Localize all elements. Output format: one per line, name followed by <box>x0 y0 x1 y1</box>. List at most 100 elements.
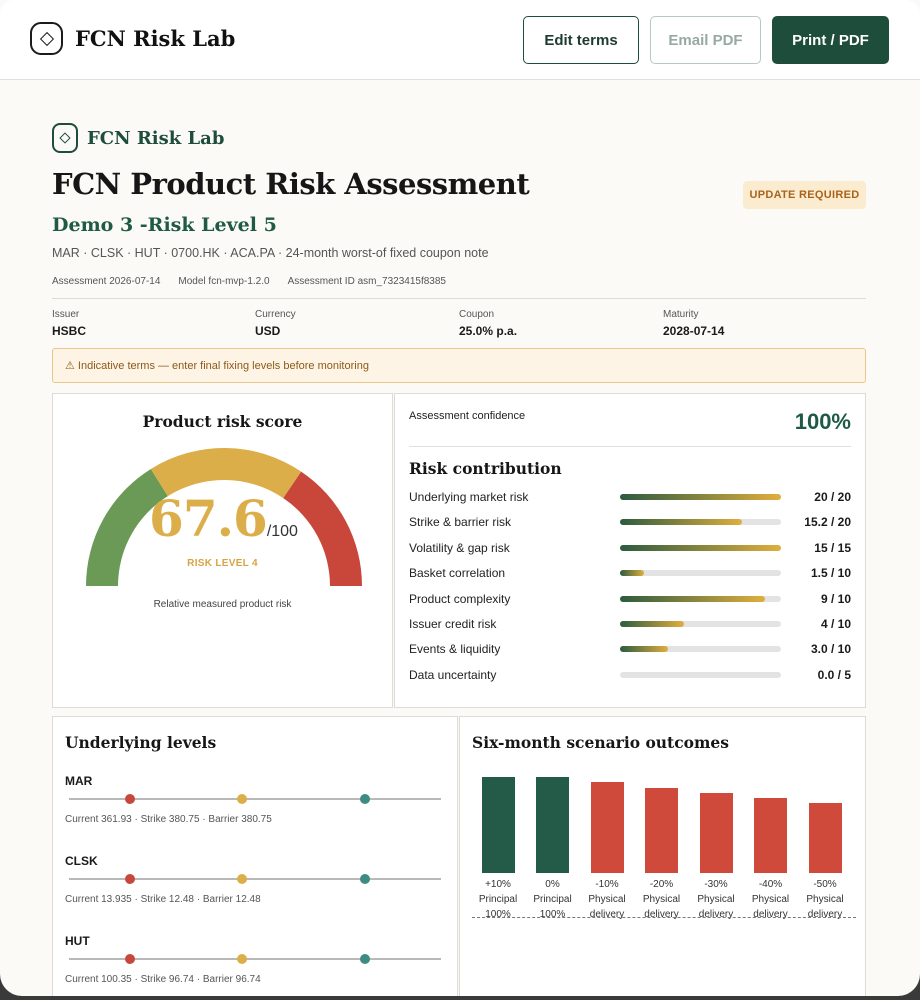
scenario-outcome-line1: Principal <box>478 894 518 905</box>
term-currency: Currency USD <box>255 309 296 338</box>
contribution-row: Issuer credit risk 4 / 10 <box>409 615 851 633</box>
term-label: Currency <box>255 309 296 320</box>
contribution-row: Events & liquidity 3.0 / 10 <box>409 640 851 658</box>
contribution-value: 20 / 20 <box>814 490 851 504</box>
underlying-info: Current 100.35 · Strike 96.74 · Barrier … <box>65 974 261 985</box>
report-logo-icon <box>52 123 78 153</box>
scenario-chart: +10% Principal 100% 0% Principal 100% -10% Phys… <box>472 763 856 933</box>
app-window: FCN Risk Lab Edit terms Email PDF Print … <box>0 0 920 996</box>
meta-model: Model fcn-mvp-1.2.0 <box>178 276 270 287</box>
print-pdf-button[interactable]: Print / PDF <box>772 16 889 64</box>
level-track <box>69 954 441 964</box>
scenario-bar <box>808 802 842 873</box>
underlying-row: HUT Current 100.35 · Strike 96.74 · Barri… <box>65 934 445 985</box>
contribution-value: 15 / 15 <box>814 540 851 555</box>
scenario-title: Six-month scenario outcomes <box>472 733 729 752</box>
edit-terms-button[interactable]: Edit terms <box>523 16 639 64</box>
risk-level-label: RISK LEVEL 4 <box>187 558 258 569</box>
confidence-label: Assessment confidence <box>409 410 526 422</box>
levels-title: Underlying levels <box>65 733 217 752</box>
contribution-bar-fill <box>620 494 781 500</box>
scenario-bar <box>754 798 787 873</box>
contribution-label: Data uncertainty <box>409 667 497 682</box>
barrier-marker <box>125 954 135 964</box>
scenario-outcome-line2: delivery <box>698 909 734 920</box>
contribution-row: Basket correlation 1.5 / 10 <box>409 564 851 582</box>
scenario-outcome-line2: delivery <box>807 909 843 920</box>
contribution-bar-fill <box>620 544 781 551</box>
contribution-label: Underlying market risk <box>409 490 529 504</box>
scenario-baseline <box>472 917 856 918</box>
contribution-value: 9 / 10 <box>820 591 851 606</box>
term-label: Maturity <box>663 309 699 320</box>
app-brand[interactable]: FCN Risk Lab <box>30 22 235 55</box>
contribution-value: 4 / 10 <box>820 617 851 631</box>
contribution-value: 0.0 / 5 <box>817 667 851 682</box>
contribution-row: Underlying market risk 20 / 20 <box>409 488 851 506</box>
current-marker <box>360 794 370 804</box>
underlying-info: Current 13.935 · Strike 12.48 · Barrier … <box>65 894 261 905</box>
scenario-outcome-line1: Physical <box>806 894 844 905</box>
contribution-bar-track <box>620 519 781 526</box>
risk-contribution-panel: Assessment confidence 100% Risk contribu… <box>394 393 866 708</box>
scenario-label: -50% Physical delivery <box>795 877 855 922</box>
underlying-ticker: CLSK <box>65 854 98 868</box>
contribution-bar-track <box>620 544 781 551</box>
term-maturity: Maturity 2028-07-14 <box>663 309 724 338</box>
scenario-outcome-line2: delivery <box>753 909 788 920</box>
strike-marker <box>237 874 247 884</box>
report-brand: FCN Risk Lab <box>52 123 224 153</box>
scenario-outcome-line1: Physical <box>642 894 681 905</box>
scenario-outcome-line2: delivery <box>644 909 679 920</box>
risk-score-panel: Product risk score 67.6/100 RISK LEVEL 4… <box>52 393 393 708</box>
term-value: USD <box>255 324 281 338</box>
contribution-label: Issuer credit risk <box>409 617 497 631</box>
term-issuer: Issuer HSBC <box>52 309 86 338</box>
scenario-label: -40% Physical delivery <box>741 877 801 922</box>
contribution-bar-fill <box>620 570 645 577</box>
scenario-move: -40% <box>758 879 783 890</box>
scenario-move: +10% <box>485 879 511 890</box>
score-value: 67.6 <box>149 489 268 548</box>
status-badge: UPDATE REQUIRED <box>743 181 866 209</box>
score-max: /100 <box>266 523 298 540</box>
score-title: Product risk score <box>142 412 303 431</box>
contribution-label: Volatility & gap risk <box>409 540 510 555</box>
contribution-label: Product complexity <box>409 591 511 606</box>
underlying-ticker: HUT <box>65 934 90 948</box>
email-pdf-button[interactable]: Email PDF <box>650 16 761 64</box>
contribution-bar-fill <box>620 519 743 526</box>
scenario-move: -30% <box>704 879 728 890</box>
report-brand-name: FCN Risk Lab <box>87 127 225 149</box>
contribution-bar-fill <box>620 621 685 627</box>
app-name: FCN Risk Lab <box>75 26 236 51</box>
top-bar: FCN Risk Lab Edit terms Email PDF Print … <box>0 0 920 80</box>
term-coupon: Coupon 25.0% p.a. <box>459 309 517 338</box>
contribution-bar-track <box>620 595 781 602</box>
report-meta: Assessment 2026-07-14 Model fcn-mvp-1.2.… <box>52 276 446 287</box>
scenario-move: -50% <box>813 879 837 890</box>
scenario-outcomes-panel: Six-month scenario outcomes +10% Principa… <box>459 716 866 996</box>
contribution-bar-fill <box>620 595 765 602</box>
scenario-bar <box>699 793 733 873</box>
scenario-outcome-line1: Physical <box>697 894 735 905</box>
scenario-outcome-line1: Physical <box>588 894 626 905</box>
scenario-bar <box>481 777 515 873</box>
scenario-outcome-line1: Principal <box>533 894 572 905</box>
scenario-outcome-line2: delivery <box>589 909 625 920</box>
term-value: 25.0% p.a. <box>459 324 518 338</box>
contribution-value: 1.5 / 10 <box>810 566 851 581</box>
barrier-marker <box>125 874 135 884</box>
contribution-bar-track <box>620 646 781 653</box>
underlying-info: Current 361.93 · Strike 380.75 · Barrier… <box>65 814 272 825</box>
scenario-label: -20% Physical delivery <box>632 877 692 922</box>
scenario-move: -20% <box>649 879 674 890</box>
scenario-label: -10% Physical delivery <box>577 877 637 922</box>
contribution-label: Strike & barrier risk <box>409 515 512 530</box>
contribution-row: Strike & barrier risk 15.2 / 20 <box>409 513 851 531</box>
term-value: 2028-07-14 <box>663 324 725 338</box>
term-value: HSBC <box>52 324 87 338</box>
strike-marker <box>237 794 247 804</box>
indicative-terms-notice: ⚠ Indicative terms — enter final fixing … <box>52 348 866 383</box>
scenario-move: -10% <box>595 879 619 890</box>
